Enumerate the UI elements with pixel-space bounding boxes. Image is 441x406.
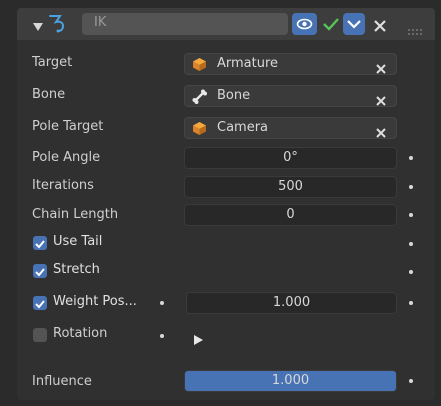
pole-angle-keyframe-dot[interactable]	[409, 156, 413, 160]
influence-value: 1.000	[271, 373, 310, 388]
constraint-name-text: IK	[94, 15, 107, 30]
chain-length-keyframe-dot[interactable]	[409, 213, 413, 217]
close-icon[interactable]	[374, 17, 386, 36]
weight-pos-checkbox[interactable]	[33, 296, 47, 310]
chain-length-label: Chain Length	[32, 207, 119, 222]
influence-slider[interactable]: 1.000	[184, 370, 397, 392]
chain-length-field[interactable]: 0	[184, 204, 397, 226]
ik-constraint-icon	[48, 13, 70, 37]
bone-clear-icon[interactable]	[376, 91, 386, 110]
weight-pos-label: Weight Pos...	[53, 294, 137, 309]
pole-angle-field[interactable]: 0°	[184, 147, 397, 169]
expand-triangle-icon[interactable]	[33, 17, 43, 36]
iterations-field[interactable]: 500	[184, 176, 397, 198]
pole-target-clear-icon[interactable]	[376, 123, 386, 142]
bone-icon	[192, 89, 207, 108]
iterations-keyframe-dot[interactable]	[409, 185, 413, 189]
use-tail-keyframe-dot[interactable]	[409, 242, 413, 246]
check-icon[interactable]	[322, 15, 340, 37]
target-clear-icon[interactable]	[376, 59, 386, 78]
pole-target-value: Camera	[217, 120, 269, 135]
target-label: Target	[32, 55, 73, 70]
stretch-keyframe-dot[interactable]	[409, 270, 413, 274]
pole-target-field[interactable]: Camera	[184, 117, 397, 139]
bone-field[interactable]: Bone	[184, 85, 397, 107]
drag-handle-icon[interactable]	[408, 20, 424, 39]
bone-value: Bone	[217, 88, 251, 103]
cube-icon	[192, 57, 207, 76]
stretch-checkbox[interactable]	[33, 264, 47, 278]
eye-icon[interactable]	[292, 13, 317, 35]
iterations-label: Iterations	[32, 178, 94, 193]
use-tail-label: Use Tail	[53, 234, 103, 249]
bone-label: Bone	[32, 87, 66, 102]
target-value: Armature	[217, 56, 279, 71]
use-tail-checkbox[interactable]	[33, 236, 47, 250]
weight-pos-toggle-keyframe-dot[interactable]	[160, 301, 164, 305]
pole-angle-label: Pole Angle	[32, 150, 101, 165]
constraint-name-field[interactable]: IK	[82, 13, 288, 35]
rotation-label: Rotation	[53, 326, 108, 341]
chevron-down-icon[interactable]	[343, 13, 365, 35]
stretch-label: Stretch	[53, 262, 100, 277]
target-field[interactable]: Armature	[184, 53, 397, 75]
rotation-checkbox[interactable]	[33, 328, 47, 342]
rotation-toggle-keyframe-dot[interactable]	[160, 334, 164, 338]
influence-keyframe-dot[interactable]	[409, 379, 413, 383]
cube-icon	[192, 121, 207, 140]
rotation-expand-icon[interactable]	[194, 330, 203, 349]
pole-target-label: Pole Target	[32, 119, 104, 134]
weight-pos-keyframe-dot[interactable]	[409, 301, 413, 305]
influence-label: Influence	[32, 374, 92, 389]
weight-pos-field[interactable]: 1.000	[186, 292, 397, 314]
